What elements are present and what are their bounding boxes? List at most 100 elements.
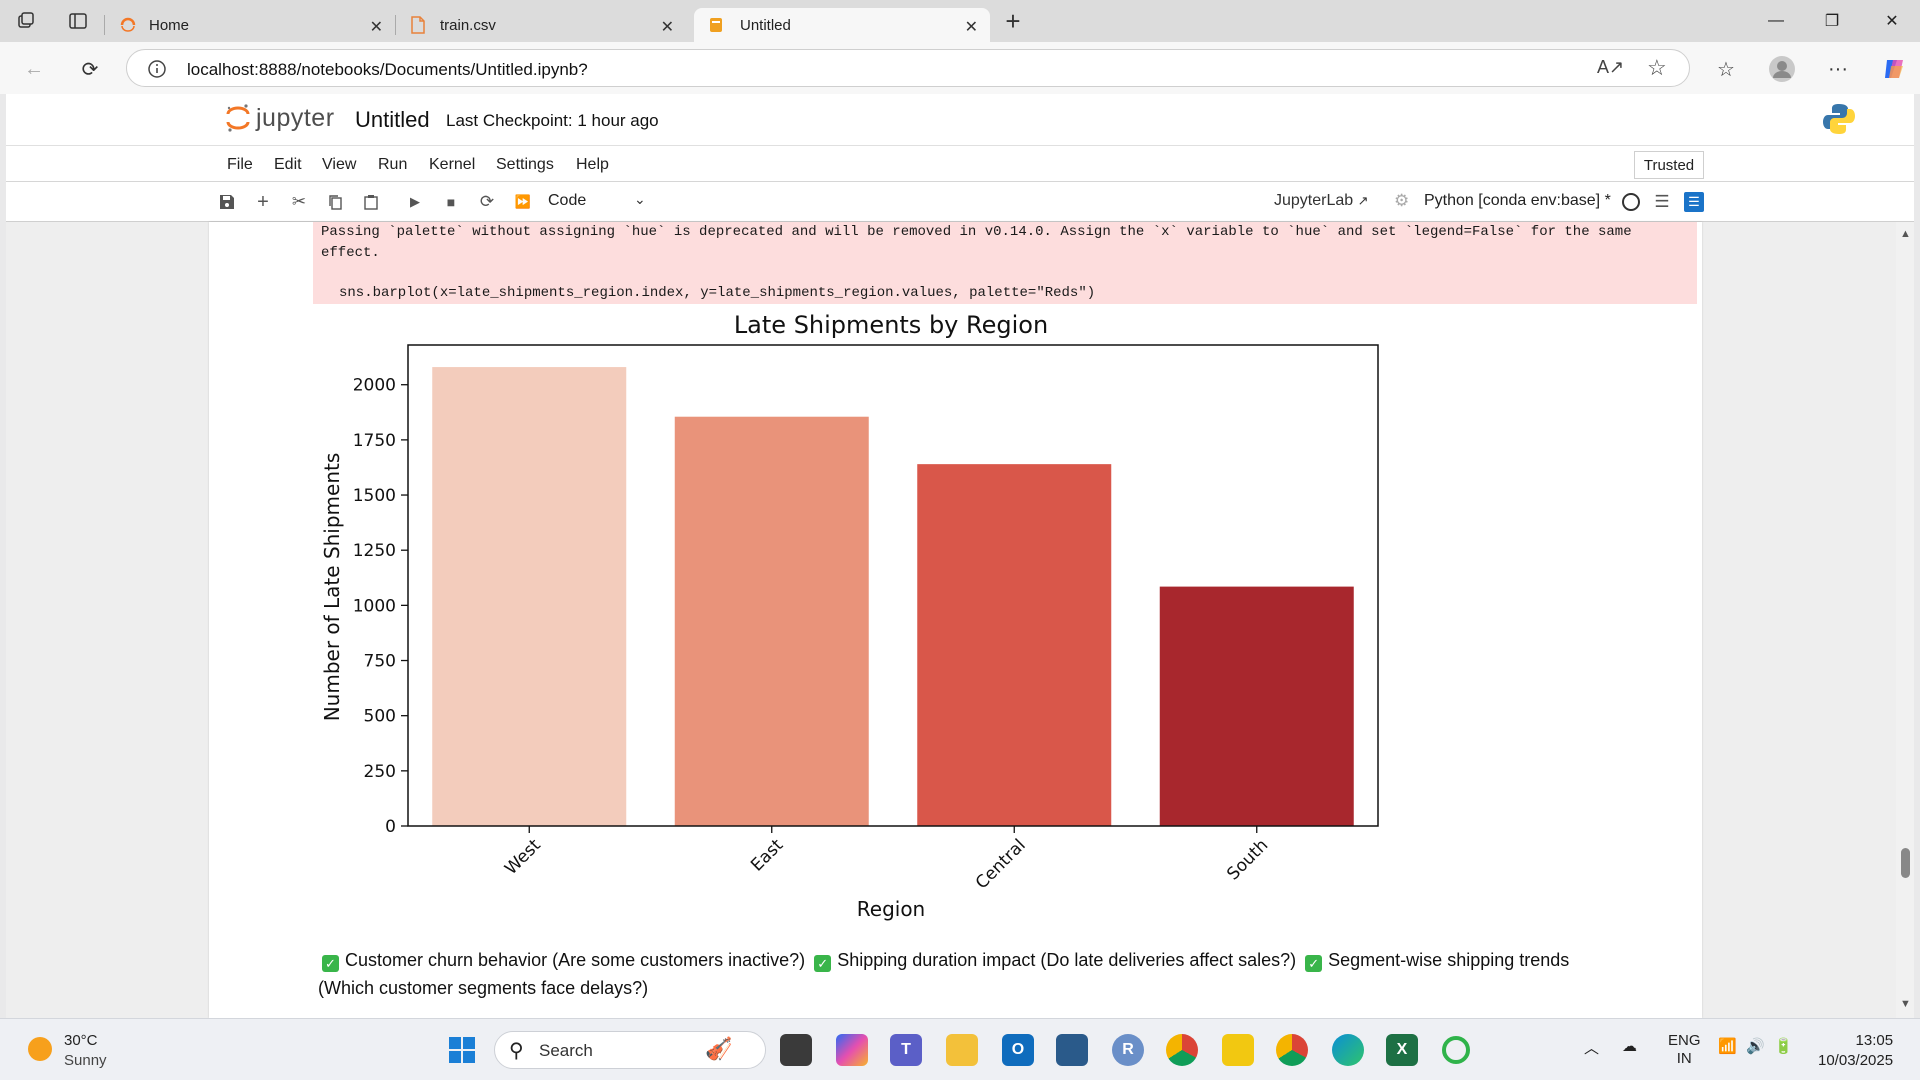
back-icon[interactable]: ← bbox=[18, 53, 50, 85]
markdown-checklist: ✓ Customer churn behavior (Are some custo… bbox=[318, 946, 1618, 1002]
sun-icon[interactable] bbox=[28, 1037, 52, 1061]
volume-icon[interactable]: 🔊 bbox=[1746, 1037, 1765, 1055]
teams-icon[interactable]: T bbox=[890, 1034, 922, 1066]
scroll-up-icon[interactable]: ▲ bbox=[1900, 228, 1911, 240]
windows-taskbar: 30°C Sunny ⚲ Search 🎻 T O R X ︿ ☁ ENG IN … bbox=[0, 1018, 1920, 1080]
lang-top: ENG bbox=[1668, 1032, 1701, 1049]
task-view-icon[interactable] bbox=[780, 1034, 812, 1066]
edge-icon[interactable] bbox=[1332, 1034, 1364, 1066]
weather-condition[interactable]: Sunny bbox=[64, 1052, 107, 1069]
kernel-name[interactable]: Python [conda env:base] * bbox=[1424, 192, 1611, 210]
new-tab-icon[interactable]: + bbox=[990, 0, 1036, 42]
close-icon[interactable]: ✕ bbox=[370, 17, 383, 37]
search-placeholder: Search bbox=[539, 1041, 593, 1060]
restore-icon[interactable]: ❐ bbox=[1804, 0, 1860, 42]
minimize-icon[interactable]: — bbox=[1748, 0, 1804, 42]
read-aloud-icon[interactable]: A↗ bbox=[1597, 57, 1624, 78]
tab-train-csv[interactable]: train.csv ✕ bbox=[396, 8, 686, 42]
clock-time: 13:05 bbox=[1855, 1032, 1894, 1049]
wifi-icon[interactable]: 📶 bbox=[1718, 1037, 1737, 1055]
scrollbar-thumb[interactable] bbox=[1901, 848, 1910, 878]
jupyter-icon bbox=[120, 17, 136, 32]
language-indicator[interactable]: ENG IN bbox=[1668, 1032, 1701, 1068]
onedrive-icon[interactable]: ☁ bbox=[1622, 1037, 1637, 1055]
trusted-indicator[interactable]: Trusted bbox=[1634, 151, 1704, 179]
tab-home[interactable]: Home ✕ bbox=[105, 8, 395, 42]
copy-icon[interactable] bbox=[323, 190, 347, 214]
url-bar[interactable]: localhost:8888/notebooks/Documents/Untit… bbox=[126, 49, 1690, 87]
kernel-status-icon bbox=[1622, 193, 1640, 211]
favorite-star-icon[interactable]: ☆ bbox=[1647, 55, 1667, 81]
power-bi-icon[interactable] bbox=[1222, 1034, 1254, 1066]
menu-view[interactable]: View bbox=[322, 156, 356, 174]
check-icon: ✓ bbox=[1305, 955, 1323, 972]
notebook-page bbox=[209, 222, 1702, 1018]
menu-file[interactable]: File bbox=[227, 156, 253, 174]
info-icon[interactable] bbox=[147, 59, 167, 79]
save-icon[interactable] bbox=[215, 190, 239, 214]
excel-icon[interactable]: X bbox=[1386, 1034, 1418, 1066]
jupyterlab-link[interactable]: JupyterLab ↗ bbox=[1274, 192, 1369, 210]
notebook-title[interactable]: Untitled bbox=[355, 107, 430, 133]
profile-icon[interactable] bbox=[1766, 53, 1798, 85]
check-icon: ✓ bbox=[814, 955, 832, 972]
workspaces-icon[interactable] bbox=[0, 0, 52, 42]
external-link-icon: ↗ bbox=[1357, 193, 1369, 208]
search-highlight-icon: 🎻 bbox=[705, 1036, 733, 1061]
tab-untitled[interactable]: Untitled ✕ bbox=[694, 8, 990, 42]
menu-kernel[interactable]: Kernel bbox=[429, 156, 475, 174]
battery-icon[interactable]: 🔋 bbox=[1774, 1037, 1793, 1055]
chrome-profile-icon[interactable] bbox=[1276, 1034, 1308, 1066]
start-icon[interactable] bbox=[446, 1034, 478, 1066]
chevron-down-icon[interactable]: ⌄ bbox=[634, 191, 646, 208]
app-icon[interactable] bbox=[1056, 1034, 1088, 1066]
notebook-area bbox=[6, 222, 1914, 1018]
menu-help[interactable]: Help bbox=[576, 156, 609, 174]
chrome-icon[interactable] bbox=[1166, 1034, 1198, 1066]
debugger-bug-icon[interactable]: ⚙ bbox=[1394, 191, 1409, 211]
menu-run[interactable]: Run bbox=[378, 156, 407, 174]
jupyter-logo-icon bbox=[226, 104, 250, 132]
menu-edit[interactable]: Edit bbox=[274, 156, 302, 174]
property-inspector-icon[interactable]: ☰ bbox=[1684, 192, 1704, 212]
scroll-down-icon[interactable]: ▼ bbox=[1900, 998, 1911, 1010]
close-window-icon[interactable]: ✕ bbox=[1864, 0, 1920, 42]
run-icon[interactable]: ▶ bbox=[403, 190, 427, 214]
check-icon: ✓ bbox=[322, 955, 339, 972]
list-item: Customer churn behavior (Are some custom… bbox=[345, 950, 806, 970]
taskbar-search[interactable]: ⚲ Search 🎻 bbox=[494, 1031, 766, 1069]
refresh-icon[interactable]: ⟳ bbox=[74, 53, 106, 85]
file-icon bbox=[411, 16, 425, 34]
toc-icon[interactable]: ☰ bbox=[1650, 190, 1674, 214]
stderr-output: Passing `palette` without assigning `hue… bbox=[313, 222, 1697, 304]
restart-icon[interactable]: ⟳ bbox=[475, 190, 499, 214]
fast-forward-icon[interactable]: ⏩ bbox=[511, 190, 535, 214]
copilot-icon[interactable] bbox=[1878, 53, 1910, 85]
cut-icon[interactable]: ✂ bbox=[287, 190, 311, 214]
copilot-app-icon[interactable] bbox=[836, 1034, 868, 1066]
refresh-app-icon[interactable] bbox=[1442, 1036, 1470, 1064]
warning-text: Passing `palette` without assigning `hue… bbox=[321, 224, 1632, 261]
file-explorer-icon[interactable] bbox=[946, 1034, 978, 1066]
jupyter-logo-text: jupyter bbox=[256, 103, 335, 132]
notebook-toolbar: + ✂ ▶ ■ ⟳ ⏩ Code ⌄ JupyterLab ↗ ⚙ Python… bbox=[6, 182, 1914, 222]
jupyter-logo[interactable]: jupyter bbox=[226, 102, 335, 134]
tab-actions-icon[interactable] bbox=[52, 0, 104, 42]
clock[interactable]: 13:05 10/03/2025 bbox=[1818, 1031, 1893, 1071]
stop-icon[interactable]: ■ bbox=[439, 190, 463, 214]
r-app-icon[interactable]: R bbox=[1112, 1034, 1144, 1066]
more-options-icon[interactable]: ··· bbox=[1822, 53, 1854, 85]
cell-type-select[interactable]: Code bbox=[548, 192, 586, 210]
tab-label: Home bbox=[149, 16, 190, 34]
chevron-up-icon[interactable]: ︿ bbox=[1584, 1037, 1599, 1058]
paste-icon[interactable] bbox=[359, 190, 383, 214]
close-icon[interactable]: ✕ bbox=[965, 17, 978, 37]
outlook-icon[interactable]: O bbox=[1002, 1034, 1034, 1066]
favorites-icon[interactable]: ☆ bbox=[1710, 53, 1742, 85]
weather-temperature[interactable]: 30°C bbox=[64, 1032, 98, 1049]
scrollbar[interactable]: ▲ ▼ bbox=[1896, 222, 1914, 1018]
add-cell-icon[interactable]: + bbox=[251, 190, 275, 214]
menu-settings[interactable]: Settings bbox=[496, 156, 554, 174]
jupyter-menu-bar: File Edit View Run Kernel Settings Help … bbox=[6, 146, 1914, 182]
close-icon[interactable]: ✕ bbox=[661, 17, 674, 37]
